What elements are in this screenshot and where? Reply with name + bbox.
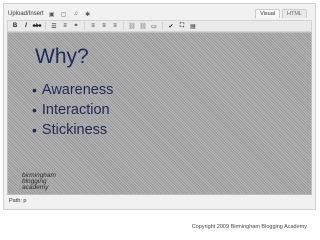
- upload-insert-bar: Upload/Insert ▣ ▢ ♫ ✱: [8, 8, 92, 20]
- bullet-text: Awareness: [41, 82, 114, 98]
- strikethrough-button[interactable]: abc: [32, 22, 42, 31]
- align-left-button[interactable]: ≡: [88, 22, 98, 31]
- bullet-text: Interaction: [41, 102, 110, 118]
- align-center-button[interactable]: ≡: [99, 22, 109, 31]
- mode-tabs: Visual HTML: [255, 9, 307, 18]
- image-icon[interactable]: ▣: [48, 10, 56, 18]
- slide-title: Why?: [35, 45, 89, 68]
- spellcheck-button[interactable]: ✔: [166, 22, 176, 31]
- italic-button[interactable]: I: [21, 22, 31, 31]
- path-status: Path: p: [9, 197, 27, 204]
- bullet-dot: •: [32, 82, 37, 98]
- blockquote-button[interactable]: ❝: [71, 22, 81, 31]
- toolbar-divider: [45, 22, 46, 30]
- list-item: • Interaction: [32, 100, 113, 120]
- editor-content-area[interactable]: Why? • Awareness • Interaction • Stickin…: [7, 32, 312, 195]
- format-toolbar: B I abc ☰ ≡ ❝ ≡ ≡ ≡ ⛓ ⛓ ▭ ✔ ⛶ ▤: [7, 20, 312, 32]
- fullscreen-button[interactable]: ⛶: [177, 22, 187, 31]
- logo-line: academy: [22, 184, 49, 191]
- unlink-button[interactable]: ⛓: [138, 22, 148, 31]
- align-right-button[interactable]: ≡: [110, 22, 120, 31]
- bold-button[interactable]: B: [10, 22, 20, 31]
- gallery-icon[interactable]: ▢: [60, 10, 68, 18]
- tab-visual[interactable]: Visual: [255, 9, 281, 18]
- insert-more-button[interactable]: ▭: [149, 22, 159, 31]
- insert-link-button[interactable]: ⛓: [127, 22, 137, 31]
- numbered-list-button[interactable]: ≡: [60, 22, 70, 31]
- bullet-dot: •: [32, 122, 37, 138]
- academy-logo: birmingham blogging academy: [22, 172, 56, 191]
- bullet-text: Stickiness: [41, 122, 108, 138]
- toolbar-divider: [162, 22, 163, 30]
- bullet-list: • Awareness • Interaction • Stickiness: [32, 80, 113, 140]
- bullet-dot: •: [32, 102, 37, 118]
- bullet-list-button[interactable]: ☰: [49, 22, 59, 31]
- toolbar-divider: [123, 22, 124, 30]
- editor-frame: Upload/Insert ▣ ▢ ♫ ✱ Visual HTML B I ab…: [3, 3, 316, 210]
- kitchen-sink-button[interactable]: ▤: [188, 22, 198, 31]
- list-item: • Stickiness: [32, 120, 113, 140]
- toolbar-divider: [84, 22, 85, 30]
- list-item: • Awareness: [32, 80, 113, 100]
- copyright-footer: Copyright 2009 Birmingham Blogging Acade…: [191, 224, 307, 230]
- music-icon[interactable]: ♫: [72, 10, 80, 18]
- upload-insert-label: Upload/Insert: [8, 11, 44, 17]
- media-icon[interactable]: ✱: [84, 10, 92, 18]
- tab-html[interactable]: HTML: [282, 9, 307, 18]
